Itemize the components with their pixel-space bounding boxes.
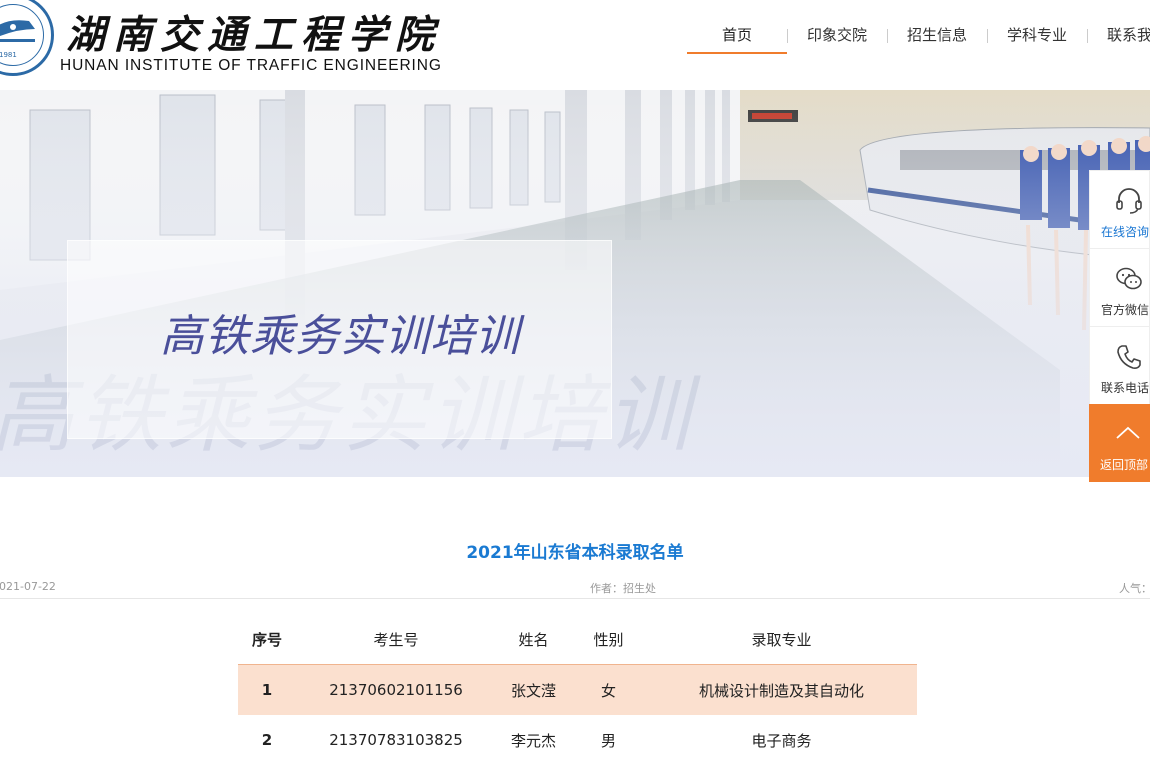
school-name-en: HUNAN INSTITUTE OF TRAFFIC ENGINEERING [60, 57, 442, 74]
table-header-row: 序号 考生号 姓名 性别 录取专业 [238, 614, 917, 665]
cell-major: 机械设计制造及其自动化 [646, 664, 917, 715]
wechat-icon [1116, 267, 1142, 290]
cell-name: 张文滢 [496, 664, 571, 715]
nav-item-contact[interactable]: 联系我们 [1087, 18, 1150, 52]
site-header: 1981 湖南交通工程学院 HUNAN INSTITUTE OF TRAFFIC… [0, 0, 1150, 90]
col-header-major: 录取专业 [751, 630, 812, 649]
cell-index: 2 [261, 731, 273, 749]
float-label-top: 返回顶部 [1100, 458, 1149, 472]
floating-service-bar: 在线咨询 官方微信 联系电话 返回顶部 [1089, 170, 1150, 482]
phone-icon [1117, 345, 1141, 369]
cell-exam-no: 21370783103825 [329, 731, 463, 749]
col-header-exam-no: 考生号 [373, 630, 419, 649]
logo-year: 1981 [0, 51, 17, 59]
col-header-index: 序号 [251, 630, 282, 649]
float-label-phone: 联系电话 [1101, 381, 1150, 395]
cell-name: 李元杰 [510, 731, 556, 750]
table-row: 1 21370602101156 张文滢 女 机械设计制造及其自动化 [238, 664, 917, 715]
cell-gender: 女 [571, 664, 646, 715]
table-row: 2 21370783103825 李元杰 男 电子商务 [238, 715, 917, 765]
train-emblem-icon [0, 20, 35, 42]
article-divider [0, 598, 1150, 599]
cell-index: 1 [238, 664, 296, 715]
article-title: 2021年山东省本科录取名单 [466, 543, 684, 563]
float-label-wechat: 官方微信 [1101, 303, 1150, 317]
back-to-top-button[interactable]: 返回顶部 [1089, 404, 1150, 482]
float-label-consult: 在线咨询 [1101, 225, 1150, 239]
nav-item-home[interactable]: 首页 [687, 18, 787, 54]
online-consult-button[interactable]: 在线咨询 [1089, 170, 1150, 248]
nav-item-majors[interactable]: 学科专业 [987, 18, 1087, 52]
headset-icon [1116, 188, 1142, 214]
article-date: 2021-07-22 [0, 580, 56, 593]
col-header-name: 姓名 [518, 630, 549, 649]
hero-banner[interactable]: 高铁乘务实训培训 高铁乘务实训培训 [0, 90, 1150, 477]
school-name-cn: 湖南交通工程学院 [66, 12, 443, 58]
cell-major: 电子商务 [751, 731, 812, 750]
article-views: 人气： [1119, 582, 1150, 595]
col-header-gender: 性别 [593, 630, 624, 649]
banner-title: 高铁乘务实训培训 [160, 311, 520, 362]
nav-item-admissions[interactable]: 招生信息 [887, 18, 987, 52]
chevron-up-icon [1116, 426, 1140, 439]
cell-exam-no: 21370602101156 [296, 664, 496, 715]
admission-table: 序号 考生号 姓名 性别 录取专业 1 21370602101156 张文滢 女… [238, 614, 917, 765]
school-logo[interactable]: 1981 [0, 0, 54, 76]
article-author: 作者：招生处 [590, 582, 656, 595]
official-wechat-button[interactable]: 官方微信 [1089, 248, 1150, 326]
nav-item-impression[interactable]: 印象交院 [787, 18, 887, 52]
contact-phone-button[interactable]: 联系电话 [1089, 326, 1150, 404]
cell-gender: 男 [600, 731, 616, 750]
main-nav: 首页 印象交院 招生信息 学科专业 联系我们 [687, 18, 1150, 54]
